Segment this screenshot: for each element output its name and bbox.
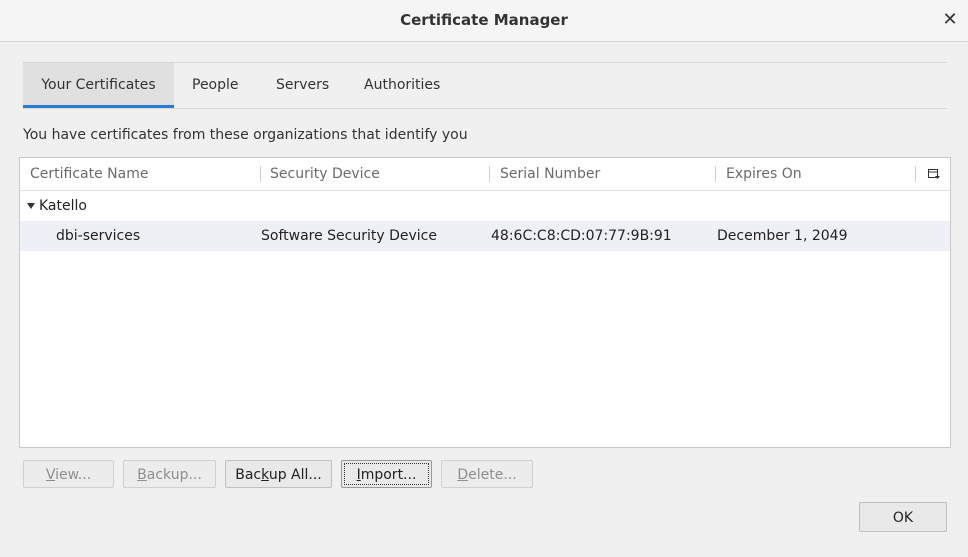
view-accesskey: V bbox=[45, 467, 56, 483]
import-label-post: mport... bbox=[360, 467, 417, 483]
delete-accesskey: D bbox=[457, 467, 469, 483]
column-picker-icon[interactable] bbox=[926, 166, 942, 182]
delete-label-post: elete... bbox=[468, 467, 517, 483]
view-button[interactable]: View... bbox=[23, 460, 114, 488]
window-title: Certificate Manager bbox=[400, 11, 568, 29]
tab-bar: Your Certificates People Servers Authori… bbox=[23, 62, 947, 109]
view-label-post: iew... bbox=[55, 467, 92, 483]
certificate-tree[interactable]: Certificate Name Security Device Serial … bbox=[19, 157, 951, 448]
column-separator[interactable] bbox=[915, 166, 916, 182]
backup-all-button[interactable]: Backup All... bbox=[225, 460, 332, 488]
close-icon[interactable]: ✕ bbox=[938, 8, 962, 32]
tab-your-certificates[interactable]: Your Certificates bbox=[23, 63, 174, 108]
backup-label-post: ackup... bbox=[146, 467, 202, 483]
backup-accesskey: B bbox=[137, 467, 147, 483]
certificate-row[interactable]: dbi-services Software Security Device 48… bbox=[20, 221, 950, 251]
expand-triangle-icon[interactable] bbox=[27, 203, 35, 209]
column-expires-on[interactable]: Expires On bbox=[726, 158, 802, 190]
delete-button[interactable]: Delete... bbox=[441, 460, 533, 488]
column-separator[interactable] bbox=[489, 166, 490, 182]
backup-button[interactable]: Backup... bbox=[123, 460, 216, 488]
backup-all-accesskey: k bbox=[261, 467, 269, 483]
cell-certificate-name: dbi-services bbox=[56, 228, 141, 244]
backup-all-label-post: up All... bbox=[268, 467, 322, 483]
tab-people[interactable]: People bbox=[192, 63, 239, 106]
tree-header: Certificate Name Security Device Serial … bbox=[20, 158, 950, 191]
title-bar: Certificate Manager ✕ bbox=[0, 0, 968, 42]
import-button[interactable]: Import... bbox=[341, 460, 432, 488]
cell-security-device: Software Security Device bbox=[261, 228, 437, 244]
ok-button[interactable]: OK bbox=[859, 502, 947, 532]
cell-expires-on: December 1, 2049 bbox=[717, 228, 848, 244]
cell-serial-number: 48:6C:C8:CD:07:77:9B:91 bbox=[491, 228, 672, 244]
column-separator[interactable] bbox=[715, 166, 716, 182]
column-separator[interactable] bbox=[260, 166, 261, 182]
group-label: Katello bbox=[39, 198, 87, 214]
backup-all-label-pre: Bac bbox=[235, 467, 262, 483]
description-text: You have certificates from these organiz… bbox=[23, 127, 468, 143]
column-serial-number[interactable]: Serial Number bbox=[500, 158, 600, 190]
column-certificate-name[interactable]: Certificate Name bbox=[30, 158, 148, 190]
tab-authorities[interactable]: Authorities bbox=[364, 63, 440, 106]
tab-servers[interactable]: Servers bbox=[276, 63, 329, 106]
tree-group-row[interactable]: Katello bbox=[20, 191, 950, 221]
column-security-device[interactable]: Security Device bbox=[270, 158, 380, 190]
